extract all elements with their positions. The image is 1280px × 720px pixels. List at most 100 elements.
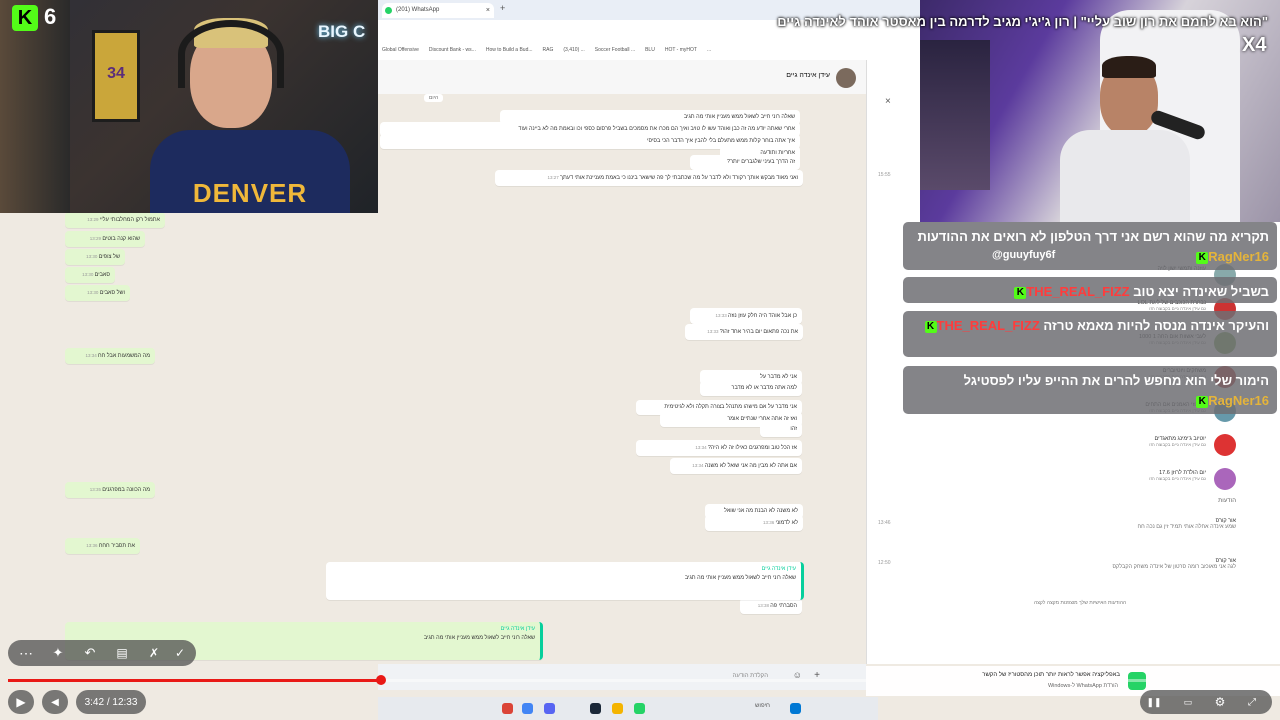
close-panel-icon[interactable]: × bbox=[885, 96, 891, 107]
shirt-text: DENVER bbox=[192, 178, 308, 208]
message-text: את נכה פתאום יום בהיר אחד זהו? bbox=[719, 329, 798, 335]
quoted-author: עידן אינדה גיים bbox=[761, 566, 796, 572]
message-time: 13:30 bbox=[87, 290, 100, 295]
webcam-left: 34 BIG C DENVER K 6 bbox=[0, 0, 378, 213]
message-text: כן אבל אוהד היה חלק עוזן נוזה bbox=[727, 313, 797, 319]
time-display: 3:42 / 12:33 bbox=[76, 690, 146, 714]
message-time: 13:36 bbox=[762, 520, 776, 525]
quoted-text: שאלה רוני חייב לשאול ממש מעניין אותי מה … bbox=[684, 575, 796, 581]
quoted-author: עידן אינדה גיים bbox=[500, 626, 535, 632]
message-text: אחרי שאתה יודע מה זה כבן ואוהד עשו לו טו… bbox=[518, 126, 795, 132]
streamer-left-shirt: DENVER bbox=[150, 130, 350, 213]
message-text: של צופים bbox=[98, 254, 120, 260]
message-text: שהוא קנה בוטים bbox=[102, 236, 140, 242]
message-time: 13:29 bbox=[87, 217, 100, 222]
chat-mention: @guuyfuy6f bbox=[992, 249, 1056, 261]
message-text: ואני מאוד מבקש אותך רקורד ולא לדבר על מה… bbox=[560, 175, 798, 181]
neon-sign-text: BIG C bbox=[318, 22, 366, 41]
neon-sign: BIG C bbox=[318, 22, 372, 66]
reaction-bar bbox=[8, 640, 196, 666]
message-input-bar: + ☺ הקלדת הודעה bbox=[378, 664, 866, 690]
message-time: 13:36 bbox=[86, 543, 99, 548]
message-time: 13:35 bbox=[89, 487, 103, 492]
figure-shelf bbox=[920, 40, 990, 190]
folder-icon[interactable] bbox=[612, 703, 623, 714]
message-bubble[interactable]: של צופים 13:30 bbox=[65, 249, 125, 265]
message-bubble[interactable]: אתמול רקן המחלבותי עליי 13:29 bbox=[65, 212, 165, 228]
headphones bbox=[178, 20, 284, 88]
os-taskbar bbox=[378, 697, 878, 720]
play-button[interactable]: ▶ bbox=[8, 690, 34, 714]
message-bubble[interactable]: אם אתה לא מבין מה אני שואל לא משנה 13:34 bbox=[670, 458, 802, 474]
message-bubble[interactable]: הסברתי פה 13:38 bbox=[740, 598, 802, 614]
settings-gear-icon[interactable]: ⚙ bbox=[1212, 694, 1228, 710]
message-time: 13:34 bbox=[695, 445, 708, 450]
message-bubble[interactable]: מה הכוונה במפרגנים 13:35 bbox=[65, 482, 155, 498]
message-text: זהו bbox=[790, 426, 797, 432]
message-bubble[interactable]: אז הכל טוב ומפרגנים כאילו זה לא היה? 13:… bbox=[636, 440, 802, 456]
message-bubble[interactable]: זהו bbox=[760, 422, 802, 437]
video-title: "הוא בא לחמם את רון שוב עליי" | רון ג'יג… bbox=[777, 14, 1268, 29]
progress-fill bbox=[8, 679, 381, 682]
message-bubble[interactable]: כן אבל אוהד היה חלק עוזן נוזה 13:33 bbox=[690, 308, 802, 324]
chrome-icon[interactable] bbox=[502, 703, 513, 714]
windows-start-icon[interactable] bbox=[790, 703, 801, 714]
message-text: אם אתה לא מבין מה אני שואל לא משנה bbox=[704, 463, 797, 469]
more-options-icon[interactable]: ⋯ bbox=[16, 644, 36, 662]
taskbar-search[interactable]: חיפוש bbox=[700, 703, 770, 709]
message-bubble[interactable]: זה הדרך בעיני שלגברים יותר? bbox=[690, 155, 800, 170]
message-text: למה אתה מדבר או לא מדבר bbox=[731, 385, 797, 391]
message-bubble[interactable]: לא לדמוני 13:36 bbox=[705, 515, 803, 531]
progress-knob[interactable] bbox=[375, 675, 386, 685]
quoted-message[interactable]: עידן אינדה גיים שאלה רוני חייב לשאול ממש … bbox=[326, 562, 804, 600]
video-title-bar: "הוא בא לחמם את רון שוב עליי" | רון ג'יג… bbox=[777, 10, 1280, 36]
message-bubble[interactable]: סאבים 13:30 bbox=[65, 267, 115, 283]
pause-icon[interactable]: ❚❚ bbox=[1146, 694, 1162, 710]
message-text: הסברתי פה bbox=[770, 603, 797, 609]
message-bubble[interactable]: שהוא קנה בוטים 13:29 bbox=[65, 231, 145, 247]
subtitles-icon[interactable]: ▭ bbox=[1180, 694, 1196, 710]
share-icon[interactable]: ↶ bbox=[80, 644, 100, 662]
discord-icon[interactable] bbox=[544, 703, 555, 714]
streamer-right-hair bbox=[1102, 56, 1156, 78]
next-button[interactable]: ◀ bbox=[42, 690, 68, 714]
message-text: אני מדבר על אם מישהו מתנהל בצורה תקלה ול… bbox=[664, 404, 797, 410]
message-time: 13:29 bbox=[89, 236, 103, 241]
steam-icon[interactable] bbox=[590, 703, 601, 714]
message-text: לא משנה לא הבנת מה אני שואל bbox=[724, 508, 798, 514]
comment-icon[interactable]: ▤ bbox=[112, 644, 132, 662]
thumbs-down-icon[interactable]: ✗ bbox=[144, 644, 164, 662]
thumbs-up-icon[interactable]: ✓ bbox=[170, 644, 190, 662]
message-time: 13:33 bbox=[707, 329, 720, 334]
channel-watermark: X4 bbox=[1242, 34, 1267, 56]
message-bubble[interactable]: מה המשמעות אבל חח 13:34 bbox=[65, 348, 155, 364]
message-text: סאבים bbox=[94, 272, 110, 278]
message-time: 13:34 bbox=[692, 463, 705, 468]
whatsapp-taskbar-icon[interactable] bbox=[634, 703, 645, 714]
message-bubble[interactable]: ואני מאוד מבקש אותך רקורד ולא לדבר על מה… bbox=[495, 170, 803, 186]
message-text: את תסביר חחח bbox=[98, 543, 135, 549]
message-text: אז הכל טוב ומפרגנים כאילו זה לא היה? bbox=[707, 445, 797, 451]
message-time: 13:30 bbox=[82, 272, 95, 277]
download-bar-link[interactable]: הורדת WhatsApp ל-Windows bbox=[1048, 683, 1118, 689]
message-text: ושל סאבים bbox=[99, 290, 125, 296]
message-time: 13:34 bbox=[85, 353, 98, 358]
channel-number: 6 bbox=[44, 4, 57, 29]
message-text: לא לדמוני bbox=[775, 520, 798, 526]
panel-timestamp: 15:55 bbox=[878, 172, 891, 178]
message-text: מה המשמעות אבל חח bbox=[97, 353, 150, 359]
message-bubble[interactable]: את תסביר חחח 13:36 bbox=[65, 538, 140, 554]
message-time: 13:30 bbox=[86, 254, 99, 259]
message-text: אתמול רקן המחלבותי עליי bbox=[99, 217, 160, 223]
message-time: 13:27 bbox=[547, 175, 561, 180]
download-bar-text: באפליקציה אפשר לראות יותר תוכן מהסטוריז … bbox=[982, 672, 1120, 678]
fullscreen-icon[interactable]: ⤢ bbox=[1244, 694, 1260, 710]
message-bubble[interactable]: ושל סאבים 13:30 bbox=[65, 285, 130, 301]
message-text: שאלה רוני חייב לשאול ממש מעניין אותי מה … bbox=[683, 114, 795, 120]
sparkle-icon[interactable]: ✦ bbox=[48, 644, 68, 662]
message-bubble[interactable]: את נכה פתאום יום בהיר אחד זהו? 13:33 bbox=[685, 324, 803, 340]
message-text: זה הדרך בעיני שלגברים יותר? bbox=[727, 159, 795, 165]
app-icon[interactable] bbox=[522, 703, 533, 714]
message-bubble[interactable]: למה אתה מדבר או לא מדבר bbox=[700, 381, 802, 396]
message-text: איך אתה בוחר קלות ממש מתעלם בלי להבין אי… bbox=[647, 138, 795, 144]
